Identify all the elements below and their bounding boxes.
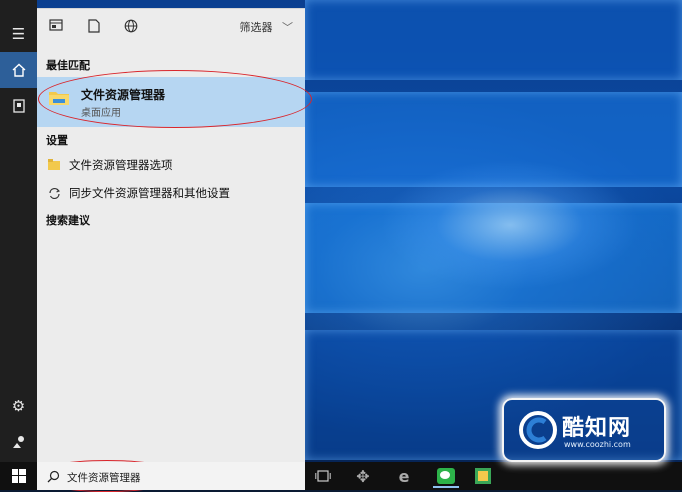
- gear-icon: ⚙: [11, 397, 26, 415]
- windows-logo-icon: [12, 469, 26, 483]
- annotation-oval-best-match: [38, 70, 312, 128]
- watermark: 酷知网 www.coozhi.com: [502, 398, 666, 462]
- settings-result-label: 文件资源管理器选项: [69, 158, 173, 172]
- app-tile-icon: [475, 468, 491, 484]
- filter-dropdown[interactable]: 筛选器 ﹀: [240, 19, 294, 35]
- apps-icon: [49, 19, 63, 31]
- filter-label: 筛选器: [239, 21, 273, 34]
- taskbar-app-wechat[interactable]: [433, 466, 459, 488]
- filter-apps-button[interactable]: [48, 19, 64, 35]
- person-feedback-icon: [12, 436, 24, 448]
- task-view-icon: [315, 470, 331, 482]
- folder-options-icon: [47, 158, 61, 172]
- results-toolbar: 筛选器 ﹀: [37, 9, 305, 45]
- watermark-brand: 酷知网: [562, 416, 632, 441]
- wechat-icon: [437, 468, 455, 484]
- hamburger-icon: ☰: [11, 25, 26, 43]
- taskbar-search-box[interactable]: 文件资源管理器: [37, 462, 305, 490]
- filter-web-button[interactable]: [123, 19, 139, 35]
- settings-result-sync[interactable]: 同步文件资源管理器和其他设置: [47, 184, 230, 202]
- search-icon: [47, 468, 60, 487]
- feedback-button[interactable]: [0, 424, 37, 460]
- taskbar-app-green[interactable]: [472, 466, 494, 486]
- wallpaper-pane: [305, 0, 682, 80]
- notebook-icon: [12, 99, 25, 113]
- globe-icon: [124, 19, 138, 33]
- coozhi-logo-icon: [519, 411, 557, 449]
- edge-icon: e: [398, 466, 410, 486]
- filter-documents-button[interactable]: [86, 19, 102, 35]
- start-button[interactable]: [8, 466, 30, 486]
- search-input[interactable]: 文件资源管理器: [67, 470, 141, 485]
- home-button[interactable]: [0, 52, 37, 88]
- taskbar-app-pinwheel[interactable]: ✥: [352, 466, 374, 486]
- section-settings: 设置: [46, 134, 68, 147]
- chevron-down-icon: ﹀: [282, 21, 293, 34]
- start-left-rail: ☰ ⚙: [0, 0, 37, 462]
- notebook-button[interactable]: [0, 88, 37, 124]
- hamburger-menu-button[interactable]: ☰: [0, 16, 37, 52]
- section-search-suggestions: 搜索建议: [46, 214, 90, 227]
- settings-button[interactable]: ⚙: [0, 388, 37, 424]
- wallpaper-light: [380, 160, 640, 290]
- sync-icon: [47, 186, 61, 200]
- document-icon: [88, 19, 100, 33]
- task-view-button[interactable]: [312, 466, 334, 486]
- settings-result-label: 同步文件资源管理器和其他设置: [69, 186, 230, 200]
- watermark-url: www.coozhi.com: [564, 440, 631, 449]
- pinwheel-icon: ✥: [356, 466, 370, 486]
- taskbar-app-edge[interactable]: e: [393, 466, 415, 486]
- section-best-match: 最佳匹配: [46, 59, 90, 72]
- home-icon: [12, 63, 25, 77]
- settings-result-options[interactable]: 文件资源管理器选项: [47, 156, 173, 174]
